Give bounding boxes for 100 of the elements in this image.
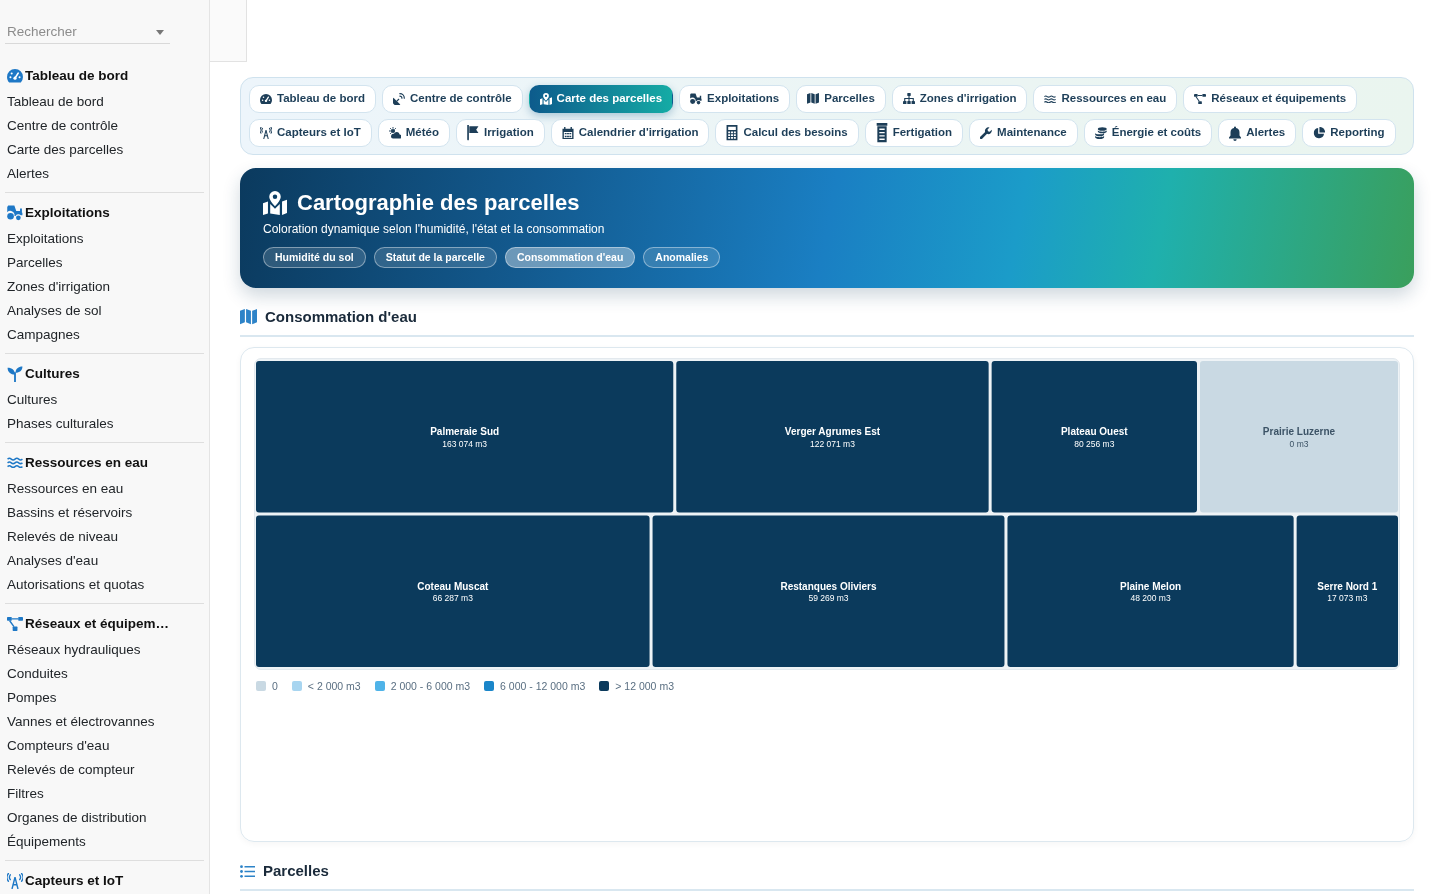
- sidebar-link[interactable]: Zones d'irrigation: [7, 275, 111, 299]
- nav-tab[interactable]: Zones d'irrigation: [891, 85, 1028, 113]
- antenna-icon: [260, 127, 272, 139]
- nav-tab[interactable]: Alertes: [1218, 119, 1297, 147]
- map-icon: [240, 309, 257, 325]
- sidebar-link[interactable]: Compteurs d'eau: [7, 734, 110, 758]
- sidebar-heading: Cultures: [25, 364, 80, 383]
- sidebar-link[interactable]: Ressources en eau: [7, 477, 124, 501]
- waves-icon: [7, 457, 23, 469]
- cloud-sun-icon: [388, 127, 401, 139]
- tile-label: Palmeraie Sud: [430, 426, 500, 438]
- sidebar-link[interactable]: Conduites: [7, 662, 68, 686]
- tile-value: 17 073 m3: [1327, 593, 1368, 604]
- sidebar-link[interactable]: Parcelles: [7, 251, 63, 275]
- sidebar-link[interactable]: Filtres: [7, 782, 44, 806]
- nav-tab[interactable]: Exploitations: [679, 85, 791, 113]
- tractor-icon: [690, 93, 703, 105]
- bottle-icon: [875, 123, 888, 143]
- sidebar-link[interactable]: Organes de distribution: [7, 806, 147, 830]
- layer-toggle[interactable]: Statut de la parcelle: [373, 247, 497, 268]
- sidebar-link[interactable]: Bassins et réservoirs: [7, 501, 133, 525]
- sidebar-link[interactable]: Alertes: [7, 162, 50, 186]
- tile-value: 122 071 m3: [810, 438, 855, 449]
- sidebar-link[interactable]: Cultures: [7, 388, 58, 412]
- sidebar-link[interactable]: Autorisations et quotas: [7, 573, 145, 597]
- bell-icon: [1229, 125, 1242, 141]
- tile-value: 66 287 m3: [432, 593, 473, 604]
- nav-tab[interactable]: Tableau de bord: [249, 85, 376, 113]
- sidebar-link[interactable]: Équipements: [7, 830, 86, 854]
- tile-label: Serre Nord 1: [1317, 580, 1378, 592]
- sidebar-heading: Capteurs et IoT: [25, 871, 124, 890]
- sidebar-heading: Tableau de bord: [25, 66, 129, 85]
- sidebar-heading: Ressources en eau: [25, 453, 149, 472]
- sidebar-heading: Réseaux et équipem…: [25, 614, 170, 633]
- sidebar-link[interactable]: Relevés de compteur: [7, 758, 135, 782]
- map-pin-icon: [263, 191, 287, 215]
- nav-tab[interactable]: Ressources en eau: [1033, 85, 1178, 113]
- nav-tab[interactable]: Météo: [377, 119, 450, 147]
- nav-tab[interactable]: Fertigation: [864, 119, 964, 147]
- gauge-icon: [260, 93, 272, 105]
- tractor-icon: [7, 205, 23, 221]
- sidebar-link[interactable]: Pompes: [7, 686, 57, 710]
- layer-toggle[interactable]: Humidité du sol: [263, 247, 366, 268]
- legend-label: 0: [272, 680, 278, 692]
- sidebar-link[interactable]: Analyses de sol: [7, 299, 102, 323]
- sidebar-link[interactable]: Carte des parcelles: [7, 138, 124, 162]
- legend-label: 2 000 - 6 000 m3: [390, 680, 471, 692]
- tile-label: Restanques Oliviers: [780, 580, 877, 592]
- nav-tab[interactable]: Calendrier d'irrigation: [550, 119, 710, 147]
- caret-icon: [156, 30, 164, 35]
- nav-tab[interactable]: Irrigation: [455, 119, 545, 147]
- legend-label: < 2 000 m3: [307, 680, 361, 692]
- sidebar-link[interactable]: Phases culturales: [7, 412, 114, 436]
- sidebar-link[interactable]: Campagnes: [7, 323, 80, 347]
- sidebar-link[interactable]: Réseaux hydrauliques: [7, 638, 141, 662]
- sidebar-link[interactable]: Exploitations: [7, 227, 84, 251]
- layer-toggle[interactable]: Anomalies: [643, 247, 721, 268]
- tile-label: Verger Agrumes Est: [784, 426, 881, 438]
- tile-value: 80 256 m3: [1074, 438, 1115, 449]
- calculator-icon: [726, 125, 739, 141]
- legend-label: > 12 000 m3: [615, 680, 674, 692]
- search-field[interactable]: Rechercher: [5, 20, 170, 44]
- tile-label: Plaine Melon: [1120, 580, 1182, 592]
- map-icon: [807, 93, 820, 105]
- nav-tab[interactable]: Parcelles: [796, 85, 886, 113]
- section-title: Consommation d'eau: [265, 307, 417, 327]
- nav-tab[interactable]: Calcul des besoins: [715, 119, 859, 147]
- tile-value: 0 m3: [1289, 438, 1309, 449]
- legend-label: 6 000 - 12 000 m3: [500, 680, 586, 692]
- nav-tab[interactable]: Réseaux et équipements: [1183, 85, 1358, 113]
- nodes-icon: [7, 617, 23, 631]
- tile-label: Plateau Ouest: [1060, 426, 1128, 438]
- list-icon: [240, 864, 255, 878]
- nav-tab[interactable]: Énergie et coûts: [1083, 119, 1213, 147]
- sidebar-link[interactable]: Analyses d'eau: [7, 549, 99, 573]
- section-title: Parcelles: [263, 861, 329, 881]
- sidebar-link[interactable]: Vannes et électrovannes: [7, 710, 155, 734]
- tile-label: Coteau Muscat: [417, 580, 489, 592]
- nav-tab[interactable]: Centre de contrôle: [381, 85, 523, 113]
- waves-icon: [1044, 94, 1057, 104]
- tile-value: 163 074 m3: [442, 438, 488, 449]
- sidebar-link[interactable]: Centre de contrôle: [7, 114, 119, 138]
- banner-title: Cartographie des parcelles: [297, 190, 580, 216]
- hierarchy-icon: [902, 93, 915, 105]
- seedling-icon: [7, 366, 23, 382]
- calendar-icon: [561, 126, 574, 140]
- nav-tab[interactable]: Maintenance: [969, 119, 1078, 147]
- tile-value: 59 269 m3: [808, 593, 849, 604]
- nav-tab[interactable]: Capteurs et IoT: [249, 119, 372, 147]
- sidebar-link[interactable]: Relevés de niveau: [7, 525, 119, 549]
- flag-icon: [466, 125, 479, 141]
- nodes-icon: [1194, 93, 1207, 105]
- tile-label: Prairie Luzerne: [1262, 426, 1336, 438]
- satellite-dish-icon: [392, 93, 405, 105]
- nav-tab[interactable]: Reporting: [1302, 119, 1396, 147]
- sidebar-heading: Exploitations: [25, 203, 110, 222]
- nav-tab[interactable]: Carte des parcelles: [528, 85, 674, 113]
- map-pin-icon: [539, 93, 552, 105]
- tile-value: 48 200 m3: [1130, 593, 1171, 604]
- sidebar-link[interactable]: Tableau de bord: [7, 90, 104, 114]
